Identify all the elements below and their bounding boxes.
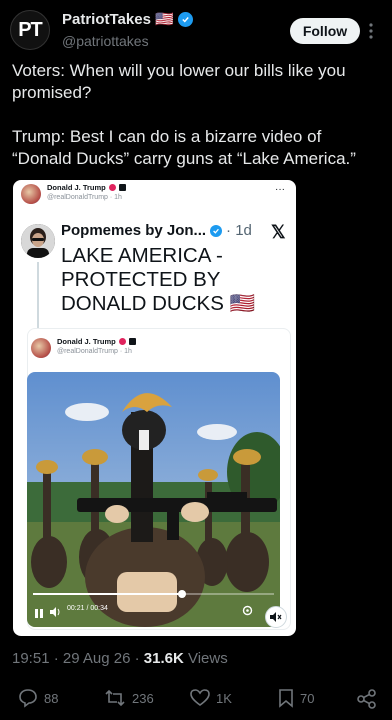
x-logo-icon: 𝕏 [271, 222, 286, 242]
inner-author-avatar [31, 338, 51, 358]
share-action[interactable] [356, 688, 378, 715]
inner-author-handle: @realDonaldTrump · 1h [57, 348, 132, 355]
display-name-row[interactable]: PatriotTakes 🇺🇸 [62, 10, 193, 28]
account-avatar[interactable]: PT [10, 10, 50, 50]
follow-button[interactable]: Follow [290, 18, 360, 44]
thread-line [37, 262, 39, 328]
settings-gear-icon[interactable] [242, 603, 253, 621]
views-count: 31.6K [143, 650, 184, 667]
tweet-text: Voters: When will you lower our bills li… [12, 60, 384, 192]
more-options-icon[interactable] [368, 22, 374, 40]
tweet-text-line2: Trump: Best I can do is a bizarre video … [12, 127, 356, 168]
like-count: 1K [216, 690, 232, 706]
quoted-verified-icon [210, 224, 223, 237]
repost-icon [105, 689, 125, 707]
video-player[interactable]: 00:21 / 00:34 [27, 372, 280, 627]
inner-badge-icon [118, 338, 126, 345]
video-controls: 00:21 / 00:34 [27, 590, 280, 627]
like-action[interactable]: 1K [190, 688, 232, 708]
bookmark-count: 70 [300, 690, 315, 706]
mute-toggle-icon[interactable] [265, 606, 287, 628]
quoted-author-avatar [21, 224, 55, 258]
reply-action[interactable]: 88 [18, 688, 58, 708]
tweet-meta: 19:51 · 29 Aug 26 · 31.6K Views [12, 650, 228, 667]
reply-count: 88 [44, 690, 59, 706]
embed-author-row: Donald J. Trump [47, 183, 126, 192]
quoted-time: · 1d [226, 222, 252, 239]
quoted-author-row: Popmemes by Jon... · 1d [61, 222, 252, 239]
quoted-author-name: Popmemes by Jon... [61, 222, 207, 239]
bookmark-action[interactable]: 70 [278, 688, 314, 708]
views-label: Views [183, 650, 228, 667]
inner-author-row: Donald J. Trump [57, 337, 136, 346]
video-time: 00:21 / 00:34 [67, 605, 108, 612]
display-name[interactable]: PatriotTakes 🇺🇸 [62, 10, 174, 28]
account-handle[interactable]: @patriottakes [62, 33, 149, 49]
verified-badge-icon [177, 11, 193, 27]
embed-author-avatar [21, 184, 41, 204]
quoted-text: LAKE AMERICA - PROTECTED BY DONALD DUCKS… [61, 244, 256, 315]
video-progress-fill [33, 593, 183, 595]
tweet-timestamp[interactable]: 19:51 · 29 Aug 26 · [12, 650, 144, 667]
embed-author-handle: @realDonaldTrump · 1h [47, 194, 122, 201]
volume-icon[interactable] [50, 604, 61, 622]
repost-count: 236 [132, 690, 154, 706]
video-progress-handle[interactable] [178, 590, 187, 598]
repost-action[interactable]: 236 [104, 688, 154, 708]
embed-flag-icon [118, 184, 126, 191]
video-frame-image [27, 372, 280, 627]
embed-more-icon: ··· [275, 184, 285, 195]
inner-flag-icon [128, 338, 136, 345]
share-icon [357, 689, 376, 709]
reply-icon [19, 689, 37, 708]
embedded-media-card[interactable]: Donald J. Trump @realDonaldTrump · 1h ··… [13, 180, 296, 636]
embed-author-name: Donald J. Trump [47, 183, 106, 192]
embed-badge-icon [108, 184, 116, 191]
heart-icon [190, 689, 210, 706]
inner-author-name: Donald J. Trump [57, 337, 116, 346]
pause-icon[interactable] [35, 605, 43, 623]
video-progress-track[interactable] [33, 590, 274, 598]
tweet-text-line1: Voters: When will you lower our bills li… [12, 61, 351, 102]
bookmark-icon [279, 689, 293, 708]
